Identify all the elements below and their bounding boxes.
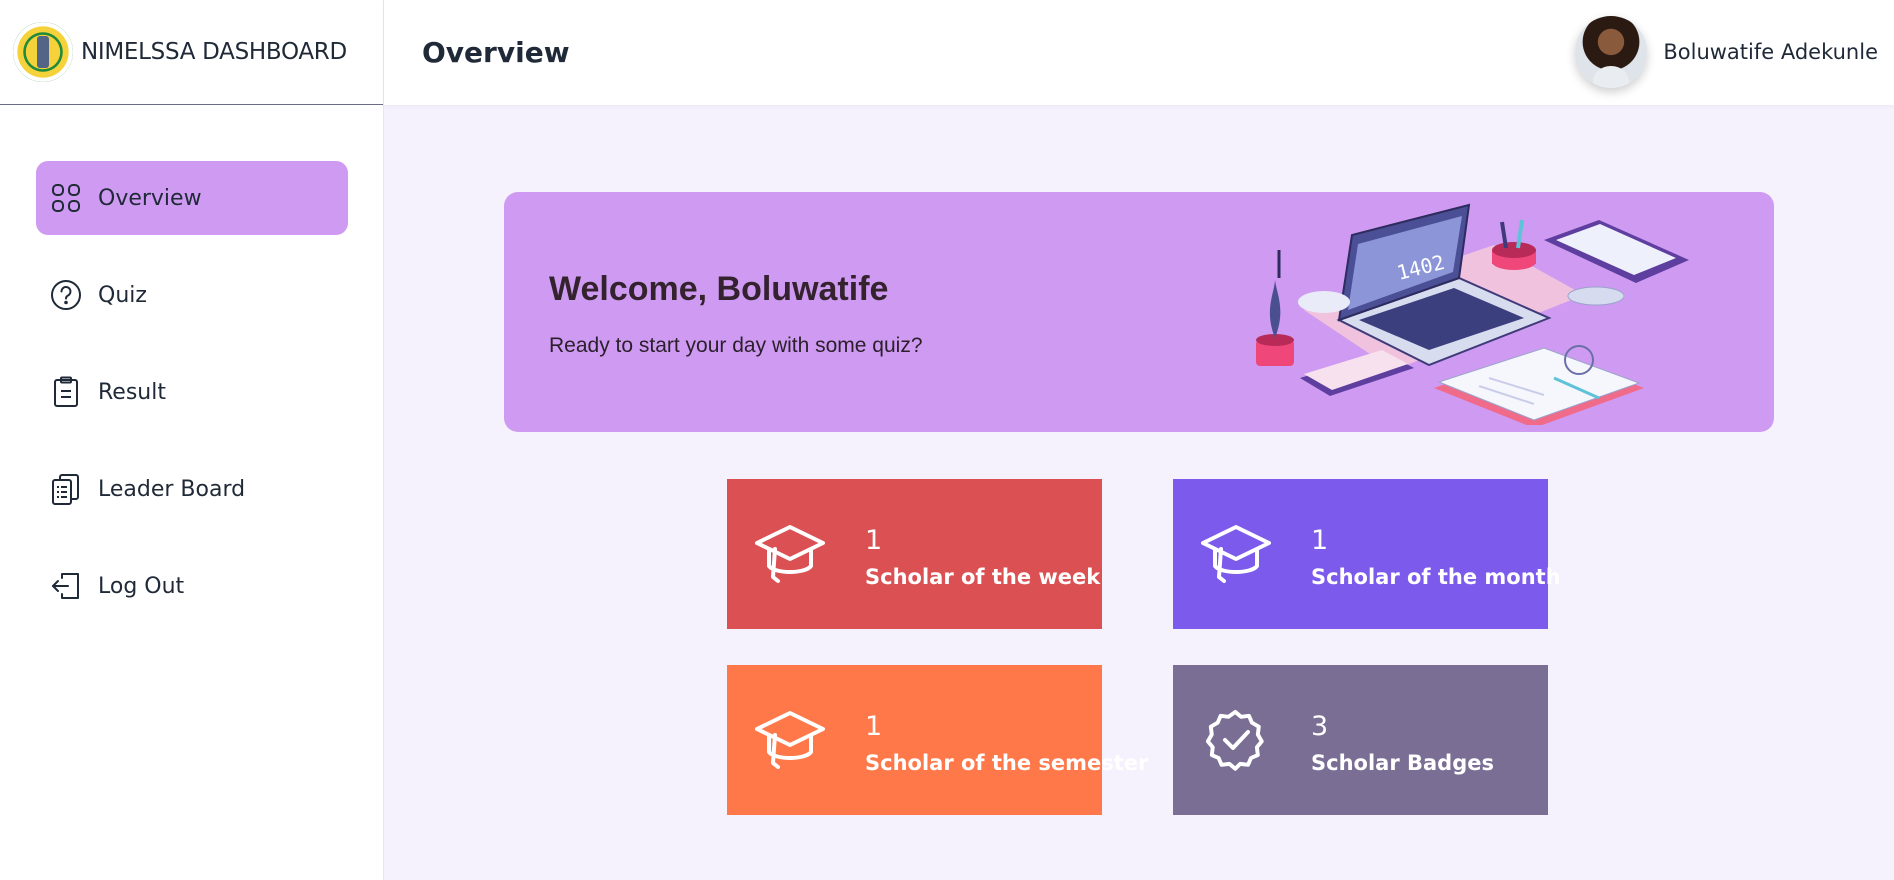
- user-name: Boluwatife Adekunle: [1663, 40, 1878, 64]
- sidebar-item-label: Result: [98, 379, 166, 405]
- sidebar: NIMELSSA DASHBOARD Overview Quiz Result …: [0, 0, 384, 880]
- grid-icon: [50, 182, 82, 214]
- stat-card-month[interactable]: 1 Scholar of the month: [1173, 479, 1561, 629]
- sidebar-item-result[interactable]: Result: [36, 355, 348, 429]
- stat-count: 1: [865, 711, 883, 742]
- stat-card-semester[interactable]: 1 Scholar of the semester: [727, 665, 1148, 815]
- sidebar-item-logout[interactable]: Log Out: [36, 549, 348, 623]
- stat-count: 3: [1311, 711, 1329, 742]
- sidebar-item-label: Quiz: [98, 282, 147, 308]
- user-menu[interactable]: Boluwatife Adekunle: [1575, 16, 1878, 88]
- clipboard-list-icon: [50, 473, 82, 505]
- brand[interactable]: NIMELSSA DASHBOARD: [0, 0, 383, 105]
- graduation-cap-icon: [755, 525, 825, 583]
- nimelssa-logo: [13, 22, 73, 82]
- logout-icon: [50, 570, 82, 602]
- clipboard-icon: [50, 376, 82, 408]
- brand-title: NIMELSSA DASHBOARD: [81, 39, 347, 65]
- page-title: Overview: [422, 36, 570, 69]
- sidebar-item-label: Leader Board: [98, 476, 246, 502]
- top-bar: Overview Boluwatife Adekunle: [384, 0, 1894, 105]
- graduation-cap-icon: [755, 711, 825, 769]
- sidebar-item-label: Log Out: [98, 573, 185, 599]
- stat-label: Scholar of the week: [865, 565, 1101, 589]
- graduation-cap-icon: [1201, 525, 1271, 583]
- sidebar-nav: Overview Quiz Result Leader Board Log Ou…: [0, 105, 383, 623]
- stat-label: Scholar of the month: [1311, 565, 1561, 589]
- welcome-banner: Welcome, Boluwatife Ready to start your …: [504, 192, 1774, 432]
- sidebar-item-leaderboard[interactable]: Leader Board: [36, 452, 348, 526]
- stat-count: 1: [1311, 525, 1329, 556]
- laptop-desk-illustration: 1402: [1256, 203, 1689, 425]
- badge-check-icon: [1205, 709, 1264, 771]
- stat-label: Scholar of the semester: [865, 751, 1149, 775]
- sidebar-item-label: Overview: [98, 185, 202, 211]
- stat-label: Scholar Badges: [1311, 751, 1494, 775]
- stat-card-week[interactable]: 1 Scholar of the week: [727, 479, 1102, 629]
- welcome-title: Welcome, Boluwatife: [549, 270, 889, 308]
- stat-card-badges[interactable]: 3 Scholar Badges: [1173, 665, 1548, 815]
- avatar[interactable]: [1575, 16, 1648, 88]
- sidebar-item-quiz[interactable]: Quiz: [36, 258, 348, 332]
- stat-count: 1: [865, 525, 883, 556]
- sidebar-item-overview[interactable]: Overview: [36, 161, 348, 235]
- question-circle-icon: [50, 279, 82, 311]
- welcome-subtitle: Ready to start your day with some quiz?: [549, 334, 923, 357]
